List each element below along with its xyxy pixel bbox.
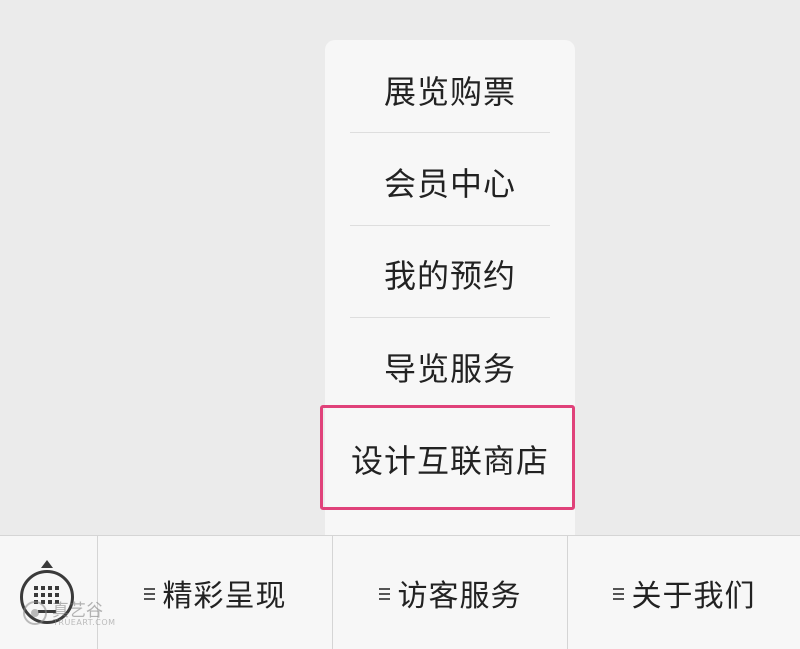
keyboard-toggle-button[interactable] [0,536,98,649]
tab-label: 精彩呈现 [162,578,287,614]
submenu-item-label: 我的预约 [383,257,516,295]
submenu-item-label: 展览购票 [383,73,516,111]
bottom-menu-bar: 精彩呈现 访客服务 关于我们 [0,535,800,649]
submenu-popup: 展览购票 会员中心 我的预约 导览服务 设计互联商店 [325,40,575,535]
submenu-item-guide[interactable]: 导览服务 [325,321,575,413]
submenu-item-label: 导览服务 [383,350,516,388]
submenu-item-label: 设计互联商店 [350,442,549,480]
menu-lines-icon [378,587,390,601]
menu-lines-icon [612,587,624,601]
tab-about-us[interactable]: 关于我们 [568,536,800,649]
submenu-item-label: 会员中心 [383,165,516,203]
tab-label: 关于我们 [631,578,756,614]
tab-visitor-services[interactable]: 访客服务 [333,536,568,649]
submenu-divider [350,225,550,226]
submenu-item-member[interactable]: 会员中心 [325,136,575,228]
tab-label: 访客服务 [397,578,522,614]
keyboard-icon [20,570,74,624]
menu-lines-icon [143,587,155,601]
tab-highlights[interactable]: 精彩呈现 [98,536,333,649]
submenu-item-reservation[interactable]: 我的预约 [325,228,575,320]
submenu-divider [350,317,550,318]
submenu-divider [350,132,550,133]
submenu-item-ticket[interactable]: 展览购票 [325,44,575,136]
submenu-item-shop[interactable]: 设计互联商店 [325,413,575,505]
chevron-up-icon [41,560,53,568]
